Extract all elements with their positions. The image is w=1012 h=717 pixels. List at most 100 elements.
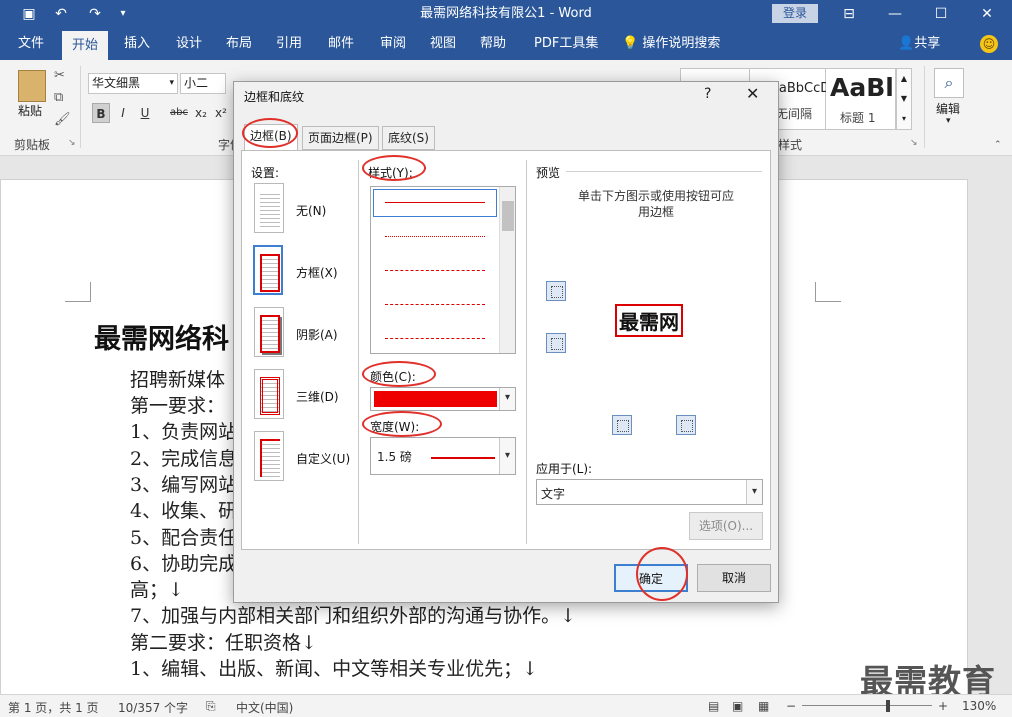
tab-pdf-tools[interactable]: PDF工具集 [524,28,608,60]
tab-insert[interactable]: 插入 [114,28,160,60]
paste-icon[interactable] [18,70,46,102]
line-style-dash-dot[interactable] [385,338,485,339]
document-heading[interactable]: 最需网络科 [94,317,229,356]
search-icon[interactable]: ⌕ [934,68,964,98]
tab-layout[interactable]: 布局 [216,28,262,60]
line-style-list[interactable] [370,186,516,354]
setting-box-icon[interactable] [253,245,283,295]
style-heading-1[interactable]: AaBl 标题 1 [826,68,896,130]
line-style-solid[interactable] [385,202,485,203]
top-border-button[interactable] [546,281,566,301]
ok-button[interactable]: 确定 [614,564,688,592]
tab-shading[interactable]: 底纹(S) [382,126,435,150]
options-button[interactable]: 选项(O)... [689,512,763,540]
doc-line[interactable]: 第一要求： [130,391,225,418]
zoom-slider[interactable] [802,705,932,706]
doc-line[interactable]: 招聘新媒体 [130,365,225,392]
edit-button[interactable]: 编辑 [936,100,960,117]
line-style-dashed-small[interactable] [385,270,485,271]
setting-shadow-label[interactable]: 阴影(A) [296,326,338,343]
tab-borders[interactable]: 边框(B) [244,124,298,151]
proofing-icon[interactable]: ⎘ [206,699,216,714]
tab-page-border[interactable]: 页面边框(P) [302,126,379,150]
page-count[interactable]: 第 1 页，共 1 页 [8,699,99,716]
setting-3d-label[interactable]: 三维(D) [296,388,339,405]
dialog-launcher-icon[interactable]: ↘ [910,138,918,148]
setting-custom-icon[interactable] [254,431,284,481]
copy-icon[interactable]: ⧉ [54,90,63,105]
left-border-button[interactable] [612,415,632,435]
ribbon-display-icon[interactable]: ⊟ [826,0,872,28]
tab-review[interactable]: 审阅 [370,28,416,60]
setting-shadow-icon[interactable] [254,307,284,357]
styles-gallery-scroll[interactable]: ▲ ▼ ▾ [896,68,912,130]
dialog-launcher-icon[interactable]: ↘ [68,138,76,148]
doc-line[interactable]: 1、编辑、出版、新闻、中文等相关专业优先；↓ [130,654,538,681]
tab-mailings[interactable]: 邮件 [318,28,364,60]
help-icon[interactable]: ? [704,86,711,102]
doc-line[interactable]: 1、负责网站 [130,417,237,444]
right-border-button[interactable] [676,415,696,435]
tab-home[interactable]: 开始 [62,31,109,60]
setting-3d-icon[interactable] [254,369,284,419]
language[interactable]: 中文(中国) [236,699,293,716]
word-count[interactable]: 10/357 个字 [118,699,188,716]
bold-button[interactable]: B [92,103,110,123]
width-dropdown[interactable]: 1.5 磅 ▾ [370,437,516,475]
maximize-icon[interactable]: ☐ [918,0,964,28]
bottom-border-button[interactable] [546,333,566,353]
subscript-button[interactable]: x₂ [192,103,210,123]
font-size-box[interactable]: 小二 [180,73,226,94]
doc-line[interactable]: 5、配合责任 [130,523,237,550]
selected-style-item[interactable] [373,189,497,217]
font-name-box[interactable]: 华文细黑 ▾ [88,73,178,94]
underline-button[interactable]: U [136,103,154,123]
strikethrough-button[interactable]: abc [168,103,190,123]
share-button[interactable]: 👤共享 [898,28,940,60]
read-mode-icon[interactable]: ▤ [708,699,719,713]
paste-button[interactable]: 粘贴 [18,102,42,119]
tab-file[interactable]: 文件 [8,28,54,60]
superscript-button[interactable]: x² [212,103,230,123]
setting-box-label[interactable]: 方框(X) [296,264,338,281]
doc-line[interactable]: 第二要求：任职资格↓ [130,628,317,655]
close-icon[interactable]: ✕ [746,84,759,103]
doc-line[interactable]: 高；↓ [130,575,184,602]
web-layout-icon[interactable]: ▦ [758,699,769,713]
doc-line[interactable]: 2、完成信息 [130,444,237,471]
italic-button[interactable]: I [114,103,132,123]
help-search[interactable]: 💡 操作说明搜索 [622,28,720,60]
tab-view[interactable]: 视图 [420,28,466,60]
zoom-slider-thumb[interactable] [886,700,890,712]
line-style-dotted[interactable] [385,236,485,237]
login-button[interactable]: 登录 [772,4,818,23]
scroll-thumb[interactable] [502,201,514,231]
line-style-dashed[interactable] [385,304,485,305]
feedback-smiley-icon[interactable]: ☺ [980,35,998,53]
zoom-in-icon[interactable]: + [938,699,948,713]
zoom-out-icon[interactable]: − [786,699,796,713]
setting-none-label[interactable]: 无(N) [296,202,326,219]
format-painter-icon[interactable]: 🖌 [54,112,71,127]
tab-help[interactable]: 帮助 [470,28,516,60]
style-list-scrollbar[interactable] [499,187,515,353]
close-icon[interactable]: ✕ [964,0,1010,28]
color-dropdown[interactable]: ▾ [370,387,516,411]
cut-icon[interactable]: ✂ [54,68,65,83]
apply-to-dropdown[interactable]: 文字 ▾ [536,479,763,505]
zoom-level[interactable]: 130% [962,699,996,713]
setting-custom-label[interactable]: 自定义(U) [296,450,350,467]
print-layout-icon[interactable]: ▣ [732,699,743,713]
doc-line[interactable]: 3、编写网站 [130,470,237,497]
cancel-button[interactable]: 取消 [697,564,771,592]
style-sample: AaBl [830,73,894,102]
tab-references[interactable]: 引用 [266,28,312,60]
collapse-ribbon-icon[interactable]: ⌃ [994,140,1002,150]
preview-text[interactable]: 最需网 [615,304,683,337]
doc-line[interactable]: 6、协助完成 [130,549,237,576]
tab-design[interactable]: 设计 [166,28,212,60]
setting-none-icon[interactable] [254,183,284,233]
minimize-icon[interactable]: — [872,0,918,28]
doc-line[interactable]: 7、加强与内部相关部门和组织外部的沟通与协作。↓ [130,601,576,628]
doc-line[interactable]: 4、收集、研 [130,496,237,523]
